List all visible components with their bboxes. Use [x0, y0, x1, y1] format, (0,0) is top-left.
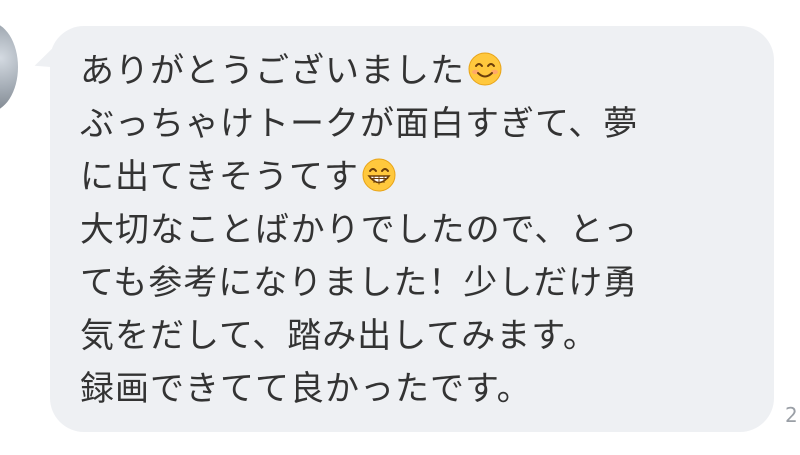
chat-screen: ありがとうございました ぶっちゃけトークが面白すぎて、夢 に出てきそうてす 大切…: [0, 0, 800, 455]
message-line-4: 大切なことばかりでしたので、とっ: [80, 210, 639, 250]
message-line-7: 録画できてて良かったです。: [80, 369, 532, 409]
grinning-face-icon: [361, 157, 397, 193]
smiling-face-icon: [467, 51, 503, 87]
sender-avatar[interactable]: [0, 22, 18, 112]
message-line-5: ても参考になりました！少しだけ勇: [80, 263, 639, 303]
message-line-3: に出てきそうてす: [80, 151, 760, 204]
message-line-6: 気をだして、踏み出してみます。: [80, 316, 598, 356]
message-timestamp: 2: [785, 403, 798, 427]
message-line-1: ありがとうございました: [80, 45, 760, 98]
message-line-2: ぶっちゃけトークが面白すぎて、夢: [80, 104, 639, 144]
message-text: ありがとうございました ぶっちゃけトークが面白すぎて、夢 に出てきそうてす 大切…: [80, 45, 760, 416]
